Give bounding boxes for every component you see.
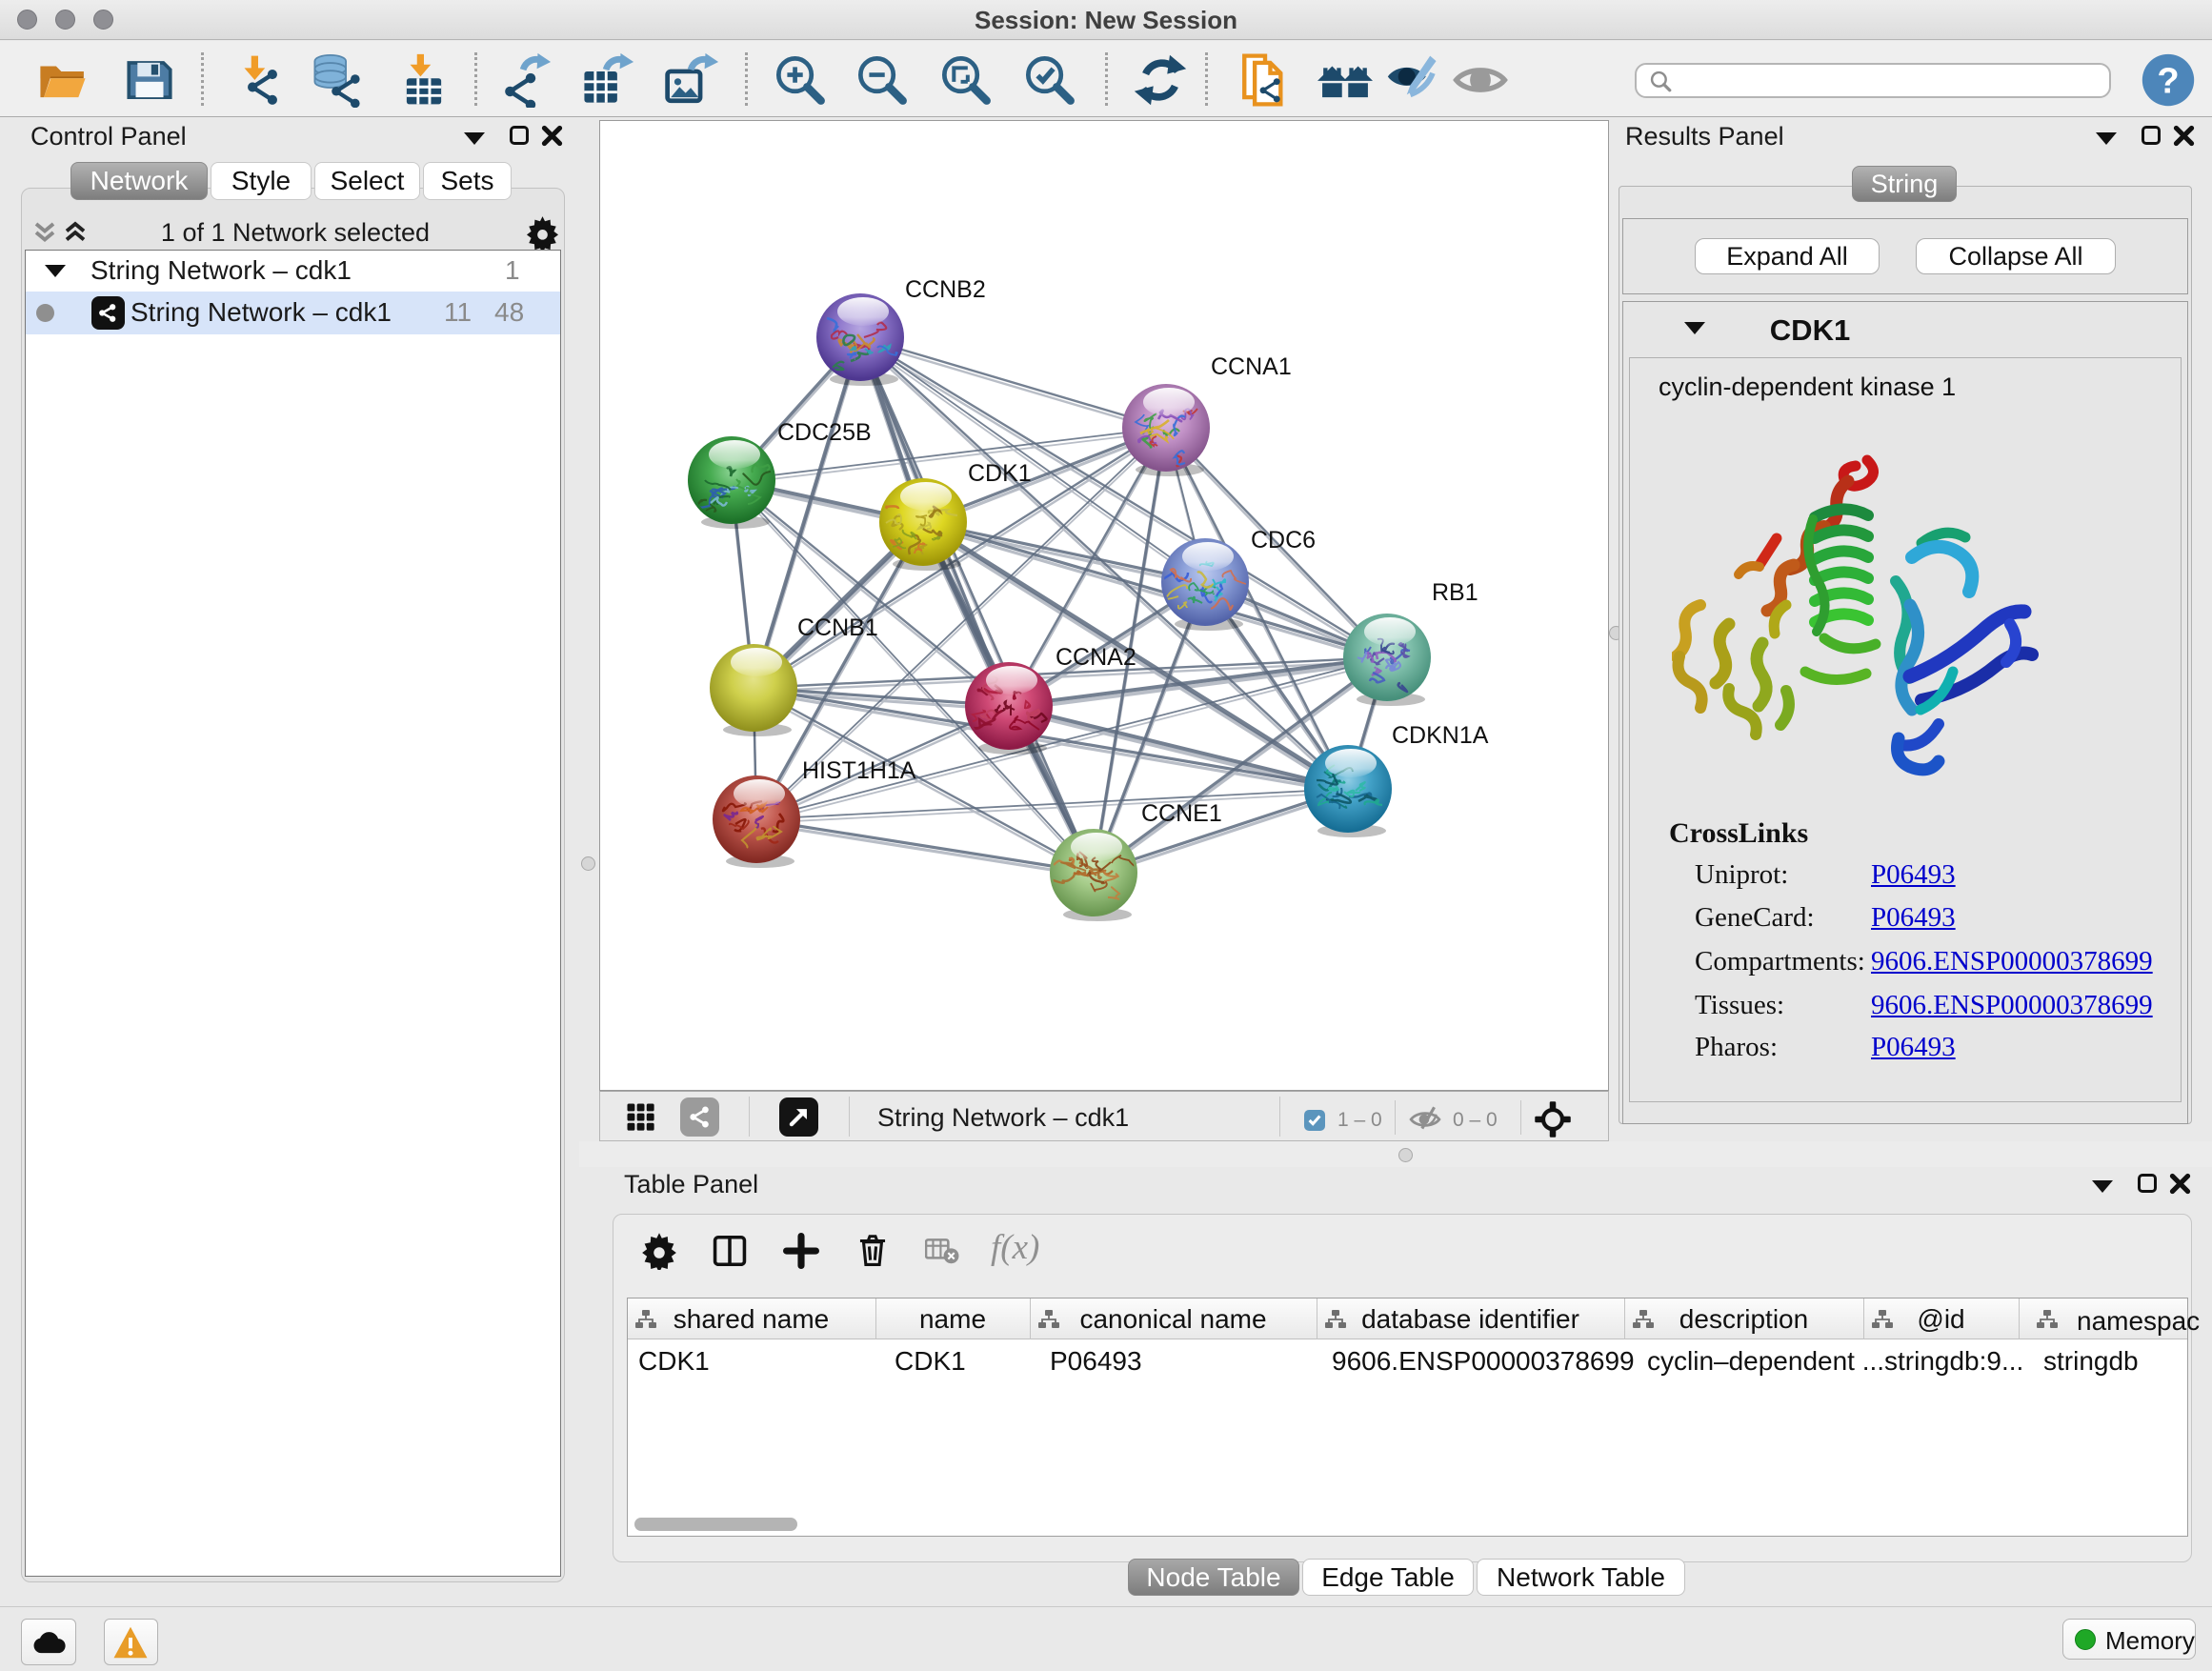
svg-text:CCNE1: CCNE1	[1141, 800, 1222, 827]
svg-text:CDKN1A: CDKN1A	[1392, 722, 1489, 749]
svg-text:CCNA2: CCNA2	[1056, 644, 1136, 671]
svg-text:CCNB2: CCNB2	[905, 276, 986, 303]
svg-text:RB1: RB1	[1432, 579, 1478, 606]
svg-text:CDC6: CDC6	[1251, 527, 1316, 554]
svg-text:HIST1H1A: HIST1H1A	[802, 757, 916, 784]
svg-text:?: ?	[2157, 62, 2179, 102]
svg-text:CDC25B: CDC25B	[777, 419, 872, 446]
svg-text:CDK1: CDK1	[968, 460, 1032, 487]
svg-text:CCNB1: CCNB1	[797, 614, 878, 641]
svg-text:CCNA1: CCNA1	[1211, 353, 1292, 380]
